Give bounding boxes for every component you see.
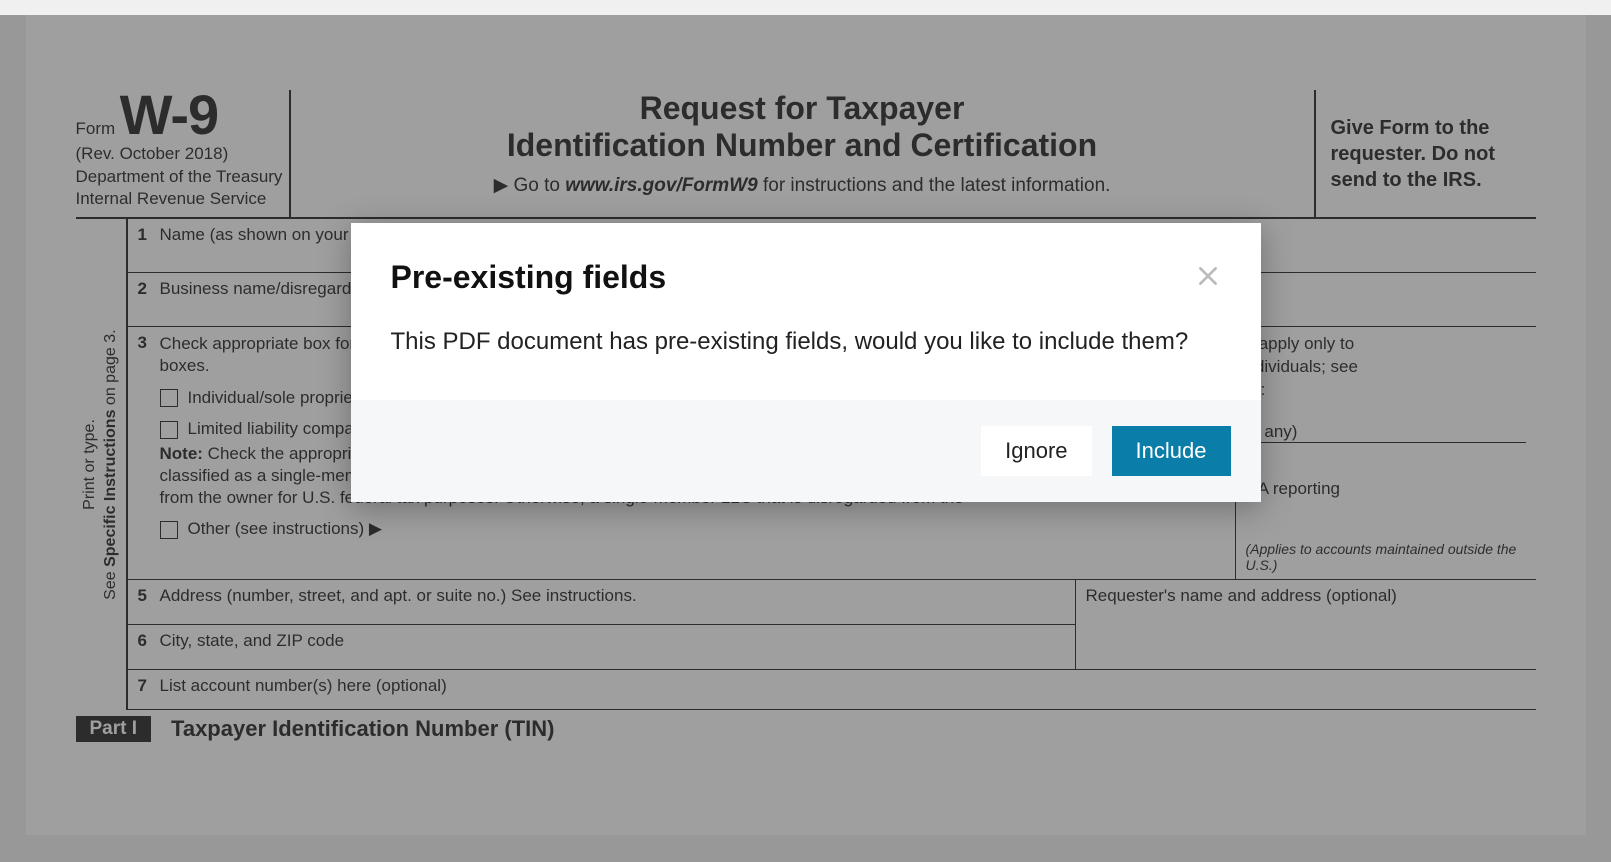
preexisting-fields-dialog: Pre-existing fields This PDF document ha… — [351, 223, 1261, 502]
dialog-header: Pre-existing fields — [351, 223, 1261, 296]
include-button[interactable]: Include — [1112, 426, 1231, 476]
dialog-title: Pre-existing fields — [391, 259, 667, 296]
dialog-footer: Ignore Include — [351, 400, 1261, 502]
modal-overlay: Pre-existing fields This PDF document ha… — [0, 15, 1611, 862]
dialog-body: This PDF document has pre-existing field… — [351, 296, 1261, 400]
close-icon[interactable] — [1195, 263, 1221, 289]
ignore-button[interactable]: Ignore — [981, 426, 1091, 476]
